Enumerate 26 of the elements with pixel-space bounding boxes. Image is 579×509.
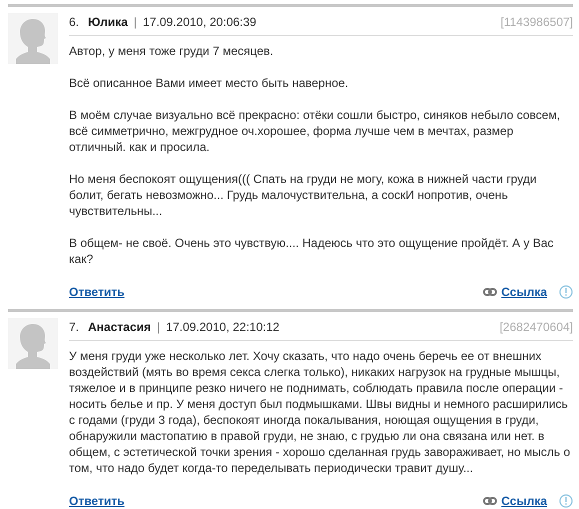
comment-number: 6. <box>69 15 80 29</box>
comment-paragraph: У меня груди уже несколько лет. Хочу сказать, что надо очень беречь ее от внешних воздействий (мять во время секса слегка только), никаких нагрузок на грудные мышцы, тяжелое и в принципе резко ничего не поднимать, соблюдать правила после операции - носить белье и пр. У меня доступ был подмышками. Швы видны и немного расширились с годами (груди 3 года), беспокоят иногда покалывания, ноющая ощущения в груди, обнаружили мастопатию в правой груди, не знаю, с грудью ли она связана или нет. в общем, с эстетической точки зрения - хорошо сделанная грудь завораживает, но мысль о том, что надо будет когда-то переделывать периодически травит душу... <box>69 348 572 476</box>
comment-id: [1143986507] <box>500 15 573 29</box>
comment-paragraph: В общем- не своё. Очень это чувствую.... Надеюсь что это ощущение пройдёт. А у Вас как? <box>69 235 555 267</box>
separator: | <box>156 320 160 334</box>
reply-link[interactable]: Ответить <box>69 285 124 299</box>
author-name: Анастасия <box>88 320 151 334</box>
avatar-silhouette-icon <box>8 318 58 369</box>
avatar-silhouette-icon <box>8 13 58 64</box>
permalink-link[interactable]: Ссылка <box>501 285 547 299</box>
author-name: Юлика <box>88 15 128 29</box>
chain-link-icon <box>483 497 498 505</box>
comment-paragraph: Но меня беспокоят ощущения((( Спать на груди не могу, кожа в нижней части груди болит, бегать невозможно... Грудь малочуствительна, а соскИ нопротив, очень чувствительны... <box>69 171 538 219</box>
comment-date: 17.09.2010, 20:06:39 <box>142 15 256 29</box>
comment-number: 7. <box>69 320 80 334</box>
comment-id: [2682470604] <box>500 320 573 334</box>
comment-paragraph: Автор, у меня тоже груди 7 месяцев. <box>69 43 274 59</box>
chain-link-icon <box>483 288 498 296</box>
comment-date: 17.09.2010, 22:10:12 <box>166 320 280 334</box>
separator: | <box>134 15 137 29</box>
comment-paragraph: В моём случае визуально всё прекрасно: отёки сошли быстро, синяков небыло совсем, всё симметрично, межгрудное оч.хорошее, форма лучше чем в мечтах, размер отличный. как и просила. <box>69 107 562 155</box>
comment-paragraph: Всё описанное Вами имеет место быть наверное. <box>69 75 350 91</box>
alert-icon[interactable] <box>559 285 573 299</box>
permalink-link[interactable]: Ссылка <box>501 494 547 508</box>
alert-icon[interactable] <box>559 494 573 508</box>
reply-link[interactable]: Ответить <box>69 494 124 508</box>
